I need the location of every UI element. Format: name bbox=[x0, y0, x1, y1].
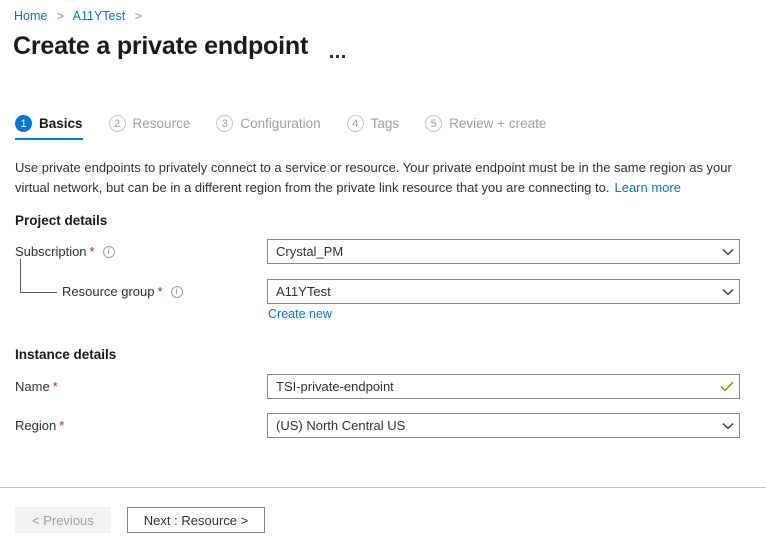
chevron-down-icon bbox=[717, 422, 739, 430]
name-label-text: Name bbox=[15, 379, 50, 394]
check-icon bbox=[715, 381, 739, 392]
subscription-select[interactable]: Crystal_PM bbox=[267, 239, 740, 264]
breadcrumb-separator-trailing: > bbox=[135, 9, 142, 23]
footer-divider bbox=[0, 487, 766, 488]
breadcrumb-item-a11ytest[interactable]: A11YTest bbox=[73, 9, 126, 23]
info-icon[interactable]: i bbox=[103, 246, 115, 258]
hierarchy-connector bbox=[20, 259, 57, 293]
learn-more-link[interactable]: Learn more bbox=[614, 180, 680, 195]
subscription-label: Subscription * i bbox=[15, 244, 115, 259]
page-title: Create a private endpoint bbox=[13, 30, 308, 62]
required-marker: * bbox=[59, 418, 64, 433]
name-value: TSI-private-endpoint bbox=[268, 379, 715, 394]
next-resource-button[interactable]: Next : Resource > bbox=[127, 507, 265, 533]
previous-button[interactable]: < Previous bbox=[15, 507, 111, 533]
tab-resource[interactable]: 2 Resource bbox=[109, 115, 191, 140]
region-label: Region * bbox=[15, 418, 64, 433]
tab-configuration[interactable]: 3 Configuration bbox=[216, 115, 320, 140]
breadcrumb: Home > A11YTest > bbox=[14, 8, 148, 24]
tab-label: Configuration bbox=[240, 115, 320, 132]
section-heading-instance-details: Instance details bbox=[15, 347, 116, 362]
name-input[interactable]: TSI-private-endpoint bbox=[267, 374, 740, 399]
tab-label: Resource bbox=[133, 115, 191, 132]
required-marker: * bbox=[53, 379, 58, 394]
name-label: Name * bbox=[15, 379, 58, 394]
wizard-footer: < Previous Next : Resource > bbox=[15, 507, 265, 533]
tab-number-badge: 1 bbox=[15, 115, 32, 132]
region-label-text: Region bbox=[15, 418, 56, 433]
tab-label: Review + create bbox=[449, 115, 546, 132]
resource-group-select[interactable]: A11YTest bbox=[267, 279, 740, 304]
resource-group-label-text: Resource group bbox=[62, 284, 155, 299]
ellipsis-icon[interactable] bbox=[330, 30, 348, 62]
tab-label: Basics bbox=[39, 115, 83, 132]
region-value: (US) North Central US bbox=[268, 418, 717, 433]
tab-number-badge: 4 bbox=[347, 115, 364, 132]
create-new-resource-group-link[interactable]: Create new bbox=[268, 307, 332, 321]
chevron-down-icon bbox=[717, 288, 739, 296]
breadcrumb-separator: > bbox=[57, 9, 64, 23]
wizard-tabs: 1 Basics 2 Resource 3 Configuration 4 Ta… bbox=[15, 115, 572, 140]
subscription-label-text: Subscription bbox=[15, 244, 87, 259]
subscription-value: Crystal_PM bbox=[268, 244, 717, 259]
tab-basics[interactable]: 1 Basics bbox=[15, 115, 83, 140]
breadcrumb-item-home[interactable]: Home bbox=[14, 9, 47, 23]
tab-review-create[interactable]: 5 Review + create bbox=[425, 115, 546, 140]
info-icon[interactable]: i bbox=[171, 286, 183, 298]
intro-description: Use private endpoints to privately conne… bbox=[15, 158, 741, 198]
resource-group-label: Resource group * i bbox=[62, 284, 183, 299]
section-heading-project-details: Project details bbox=[15, 213, 107, 228]
required-marker: * bbox=[158, 284, 163, 299]
tab-label: Tags bbox=[371, 115, 400, 132]
page-header: Create a private endpoint bbox=[13, 30, 348, 62]
resource-group-value: A11YTest bbox=[268, 284, 717, 299]
required-marker: * bbox=[90, 244, 95, 259]
region-select[interactable]: (US) North Central US bbox=[267, 413, 740, 438]
tab-number-badge: 2 bbox=[109, 115, 126, 132]
tab-number-badge: 3 bbox=[216, 115, 233, 132]
chevron-down-icon bbox=[717, 248, 739, 256]
tab-number-badge: 5 bbox=[425, 115, 442, 132]
tab-tags[interactable]: 4 Tags bbox=[347, 115, 400, 140]
